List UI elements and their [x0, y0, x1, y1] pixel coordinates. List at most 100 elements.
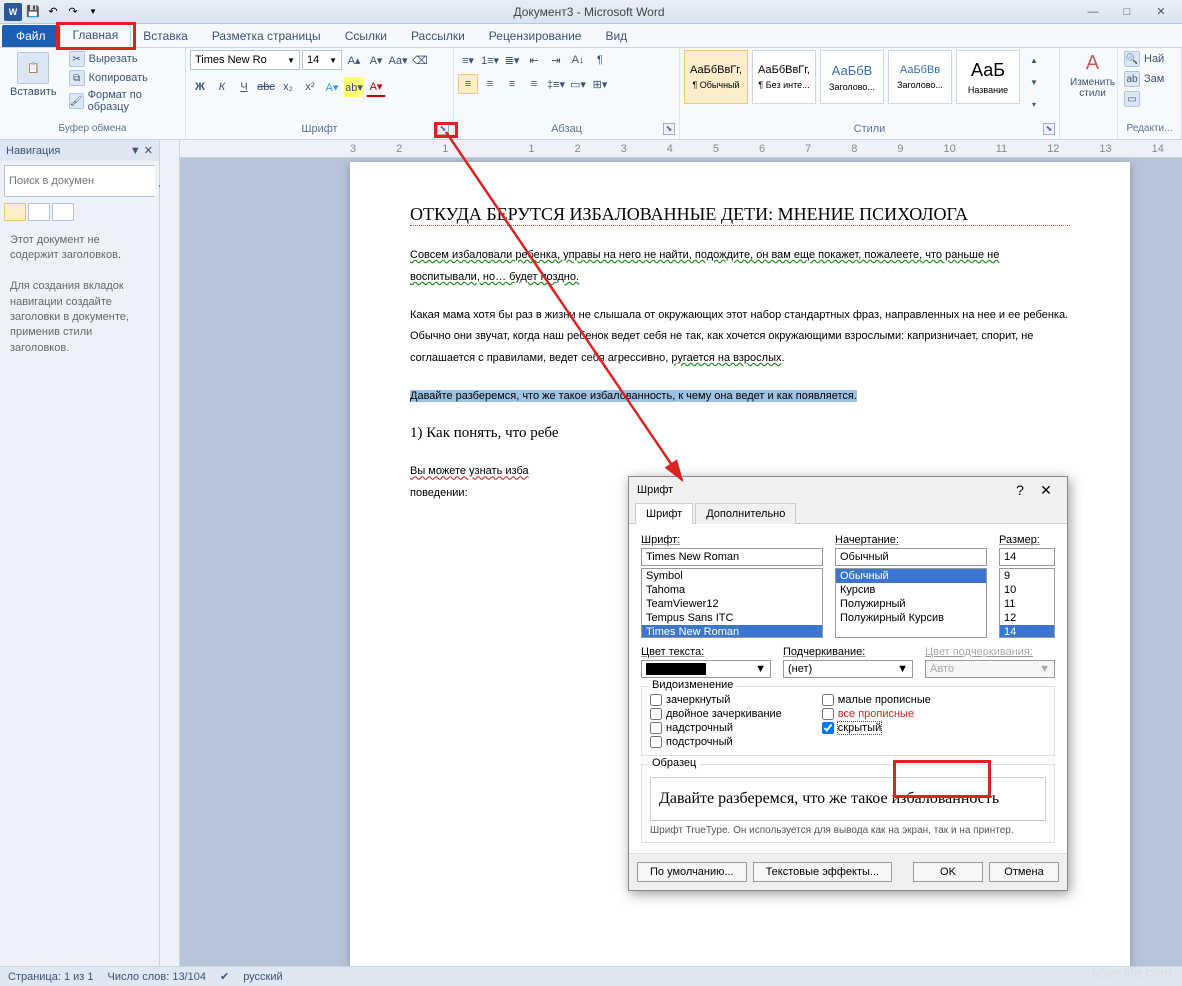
nav-search-input[interactable] — [5, 166, 155, 196]
underline-combo[interactable]: (нет)▼ — [783, 660, 913, 678]
redo-icon[interactable]: ↷ — [64, 3, 82, 21]
strike-button[interactable]: abc — [256, 77, 276, 97]
status-words[interactable]: Число слов: 13/104 — [108, 971, 206, 983]
font-size-combo[interactable]: 14▼ — [302, 50, 342, 70]
paste-button[interactable]: 📋 Вставить — [4, 50, 63, 100]
tab-mailings[interactable]: Рассылки — [399, 25, 477, 47]
font-input[interactable] — [641, 548, 823, 566]
style-listbox[interactable]: ОбычныйКурсивПолужирныйПолужирный Курсив — [835, 568, 987, 638]
multilevel-button[interactable]: ≣▾ — [502, 50, 522, 70]
style-heading1[interactable]: АаБбВЗаголово... — [820, 50, 884, 104]
strike-checkbox[interactable]: зачеркнутый — [650, 693, 782, 707]
font-name-combo[interactable]: Times New Ro▼ — [190, 50, 300, 70]
double-strike-checkbox[interactable]: двойное зачеркивание — [650, 707, 782, 721]
color-combo[interactable]: ▼ — [641, 660, 771, 678]
find-button[interactable]: 🔍Най — [1122, 50, 1166, 68]
minimize-button[interactable]: — — [1076, 3, 1110, 21]
styles-more-button2[interactable]: ▼ — [1024, 72, 1044, 92]
align-center-button[interactable]: ≡ — [480, 74, 500, 94]
align-left-button[interactable]: ≡ — [458, 74, 478, 94]
style-input[interactable] — [835, 548, 987, 566]
tab-layout[interactable]: Разметка страницы — [200, 25, 333, 47]
dialog-tab-font[interactable]: Шрифт — [635, 503, 693, 524]
help-icon[interactable]: ? — [1007, 482, 1033, 498]
size-input[interactable] — [999, 548, 1055, 566]
select-button[interactable]: ▭ — [1122, 90, 1142, 108]
hidden-checkbox[interactable]: скрытый — [822, 721, 931, 735]
dialog-title: Шрифт — [637, 484, 673, 496]
doc-para-4: 1) Как понять, что ребе — [410, 423, 1070, 445]
shading-button[interactable]: ▭▾ — [568, 74, 588, 94]
cut-button[interactable]: ✂Вырезать — [67, 50, 181, 68]
align-right-button[interactable]: ≡ — [502, 74, 522, 94]
change-case-button[interactable]: Aa▾ — [388, 50, 408, 70]
style-nospacing[interactable]: АаБбВвГг,¶ Без инте... — [752, 50, 816, 104]
size-listbox[interactable]: 910111214 — [999, 568, 1055, 638]
font-color-button[interactable]: A▾ — [366, 77, 386, 97]
style-normal[interactable]: АаБбВвГг,¶ Обычный — [684, 50, 748, 104]
styles-dialog-launcher[interactable]: ⬊ — [1043, 123, 1055, 135]
nav-tab-headings[interactable] — [4, 203, 26, 221]
effects-label: Видоизменение — [648, 679, 737, 691]
allcaps-checkbox[interactable]: все прописные — [822, 707, 931, 721]
bold-button[interactable]: Ж — [190, 77, 210, 97]
show-marks-button[interactable]: ¶ — [590, 50, 610, 70]
styles-expand-button[interactable]: ▾ — [1024, 94, 1044, 114]
status-lang[interactable]: русский — [243, 971, 282, 983]
tab-file[interactable]: Файл — [2, 25, 60, 47]
clear-format-button[interactable]: ⌫ — [410, 50, 430, 70]
change-styles-button[interactable]: AИзменить стили — [1064, 50, 1121, 101]
borders-button[interactable]: ⊞▾ — [590, 74, 610, 94]
superscript-button[interactable]: x² — [300, 77, 320, 97]
text-effects-button[interactable]: Текстовые эффекты... — [753, 862, 893, 882]
style-heading2[interactable]: АаБбВвЗаголово... — [888, 50, 952, 104]
underline-button[interactable]: Ч — [234, 77, 254, 97]
bullets-button[interactable]: ≡▾ — [458, 50, 478, 70]
status-page[interactable]: Страница: 1 из 1 — [8, 971, 94, 983]
tab-home[interactable]: Главная — [60, 23, 132, 47]
tab-view[interactable]: Вид — [593, 25, 639, 47]
copy-button[interactable]: ⧉Копировать — [67, 69, 181, 87]
nav-tab-pages[interactable] — [28, 203, 50, 221]
styles-more-button[interactable]: ▲ — [1024, 50, 1044, 70]
undo-icon[interactable]: ↶ — [44, 3, 62, 21]
para-dialog-launcher[interactable]: ⬊ — [663, 123, 675, 135]
nav-tab-results[interactable] — [52, 203, 74, 221]
italic-button[interactable]: К — [212, 77, 232, 97]
subscript-button[interactable]: x₂ — [278, 77, 298, 97]
indent-dec-button[interactable]: ⇤ — [524, 50, 544, 70]
dialog-close-button[interactable]: ✕ — [1033, 482, 1059, 499]
cancel-button[interactable]: Отмена — [989, 862, 1059, 882]
format-painter-button[interactable]: 🖌Формат по образцу — [67, 88, 181, 114]
indent-inc-button[interactable]: ⇥ — [546, 50, 566, 70]
superscript-checkbox[interactable]: надстрочный — [650, 721, 782, 735]
close-button[interactable]: ✕ — [1144, 3, 1178, 21]
font-dialog-launcher[interactable]: ⬊ — [437, 123, 449, 135]
save-icon[interactable]: 💾 — [24, 3, 42, 21]
font-listbox[interactable]: SymbolTahomaTeamViewer12Tempus Sans ITCT… — [641, 568, 823, 638]
ribbon-tabs: Файл Главная Вставка Разметка страницы С… — [0, 24, 1182, 48]
text-effects-button[interactable]: A▾ — [322, 77, 342, 97]
style-title[interactable]: АаБНазвание — [956, 50, 1020, 104]
nav-search[interactable]: 🔍▾ — [4, 165, 155, 197]
tab-insert[interactable]: Вставка — [131, 25, 200, 47]
ok-button[interactable]: OK — [913, 862, 983, 882]
tab-references[interactable]: Ссылки — [333, 25, 399, 47]
numbering-button[interactable]: 1≡▾ — [480, 50, 500, 70]
tab-review[interactable]: Рецензирование — [477, 25, 594, 47]
highlight-button[interactable]: ab▾ — [344, 77, 364, 97]
justify-button[interactable]: ≡ — [524, 74, 544, 94]
grow-font-button[interactable]: A▴ — [344, 50, 364, 70]
qat-dropdown-icon[interactable]: ▼ — [84, 3, 102, 21]
smallcaps-checkbox[interactable]: малые прописные — [822, 693, 931, 707]
sort-button[interactable]: A↓ — [568, 50, 588, 70]
default-button[interactable]: По умолчанию... — [637, 862, 747, 882]
maximize-button[interactable]: □ — [1110, 3, 1144, 21]
line-spacing-button[interactable]: ‡≡▾ — [546, 74, 566, 94]
shrink-font-button[interactable]: A▾ — [366, 50, 386, 70]
dialog-tab-advanced[interactable]: Дополнительно — [695, 503, 796, 524]
nav-dropdown-icon[interactable]: ▼ ✕ — [130, 144, 153, 157]
subscript-checkbox[interactable]: подстрочный — [650, 735, 782, 749]
proofing-icon[interactable]: ✔ — [220, 970, 229, 983]
replace-button[interactable]: abЗам — [1122, 70, 1166, 88]
